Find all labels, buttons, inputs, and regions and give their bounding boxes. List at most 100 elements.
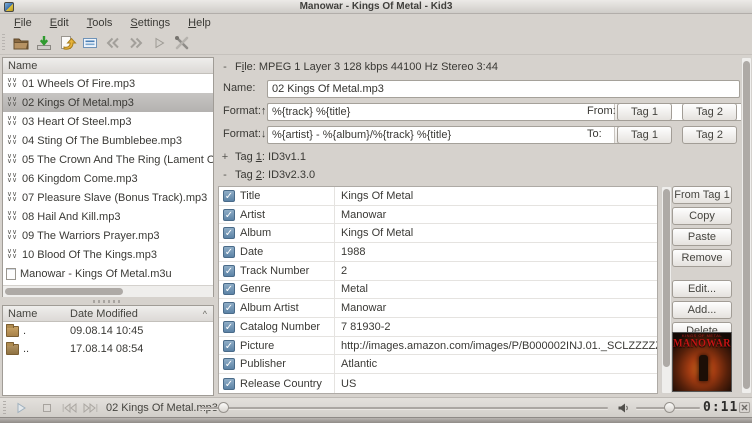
play-button[interactable] [147,32,170,53]
tag-frame-row[interactable]: ✓ Album Artist Manowar [219,299,657,318]
tag2-section-header[interactable]: - Tag 2: ID3v2.3.0 [221,169,315,181]
hscroll-thumb[interactable] [5,288,123,295]
collapse-icon[interactable]: - [221,61,229,73]
file-list-item[interactable]: ∨∨∨∨ 09 The Warriors Prayer.mp3 [3,226,213,245]
frame-value-cell[interactable]: Manowar [334,206,657,224]
file-section-header[interactable]: - File: MPEG 1 Layer 3 128 kbps 44100 Hz… [221,61,498,73]
tag-frame-row[interactable]: ✓ Publisher Atlantic [219,355,657,374]
vscroll-thumb[interactable] [663,189,670,367]
dir-col-date[interactable]: Date Modified [70,308,138,320]
to-tag1-button[interactable]: Tag 1 [617,126,672,144]
volume-slider[interactable] [636,407,700,409]
file-list-header[interactable]: Name [3,58,213,74]
file-list-item[interactable]: ∨∨∨∨ 04 Sting Of The Bumblebee.mp3 [3,131,213,150]
tag-action-button[interactable]: Add... [672,301,732,319]
tag-frame-row[interactable]: ✓ Album Kings Of Metal [219,224,657,243]
file-list-item[interactable]: ∨∨∨∨ 08 Hail And Kill.mp3 [3,207,213,226]
dir-list-header[interactable]: Name Date Modified ^ [3,306,213,322]
tag-frame-row[interactable]: ✓ Date 1988 [219,243,657,262]
player-next-button[interactable] [82,401,100,415]
file-list-item[interactable]: ∨∨∨∨ 07 Pleasure Slave (Bonus Track).mp3 [3,188,213,207]
menu-item[interactable]: Settings [122,16,178,30]
player-close-button[interactable] [739,402,750,413]
frame-value-cell[interactable]: Kings Of Metal [334,224,657,242]
left-splitter[interactable] [2,298,214,305]
tag-frame-row[interactable]: ✓ Track Number 2 [219,262,657,281]
collapse-icon[interactable]: - [221,169,229,181]
file-list-item[interactable]: ∨∨∨∨ Manowar - Kings Of Metal.m3u [3,264,213,283]
file-list-item[interactable]: ∨∨∨∨ 01 Wheels Of Fire.mp3 [3,74,213,93]
player-play-button[interactable] [12,401,30,415]
tag-frame-row[interactable]: ✓ Release Country US [219,374,657,393]
volume-icon[interactable] [616,401,630,415]
checkbox-checked-icon[interactable]: ✓ [223,302,235,314]
seek-slider-handle[interactable] [218,402,229,413]
tag1-section-header[interactable]: + Tag 1: ID3v1.1 [221,151,306,163]
checkbox-checked-icon[interactable]: ✓ [223,227,235,239]
toolbar-grip[interactable] [2,34,5,52]
tag-frame-row[interactable]: ✓ Catalog Number 7 81930-2 [219,318,657,337]
tag-frame-row[interactable]: ✓ Title Kings Of Metal [219,187,657,206]
sort-indicator-icon[interactable]: ^ [203,309,207,319]
file-list-item[interactable]: ∨∨∨∨ 06 Kingdom Come.mp3 [3,169,213,188]
seek-slider[interactable] [200,407,608,409]
table-vscrollbar[interactable] [661,186,672,394]
menu-item[interactable]: Tools [79,16,121,30]
menu-item[interactable]: Help [180,16,219,30]
tag-action-button[interactable]: Edit... [672,280,732,298]
panel-vscrollbar[interactable] [741,57,752,394]
tag-frame-row[interactable]: ✓ Genre Metal [219,281,657,300]
player-previous-button[interactable] [60,401,78,415]
frame-value-cell[interactable]: http://images.amazon.com/images/P/B00000… [334,337,657,355]
album-cover-art[interactable]: KINGS OF METAL MANOWAR [672,332,732,392]
tag-frame-row[interactable]: ✓ Picture http://images.amazon.com/image… [219,337,657,356]
tag-action-button[interactable]: From Tag 1 [672,186,732,204]
menu-item[interactable]: File [6,16,40,30]
frame-value-cell[interactable]: Atlantic [334,355,657,373]
tag-action-button[interactable]: Paste [672,228,732,246]
revert-button[interactable] [55,32,78,53]
player-stop-button[interactable] [38,401,56,415]
dir-col-name[interactable]: Name [8,308,70,320]
tag-frame-row[interactable]: ✓ Artist Manowar [219,206,657,225]
frame-value-cell[interactable]: 7 81930-2 [334,318,657,336]
volume-slider-handle[interactable] [664,402,675,413]
frame-value-cell[interactable]: Manowar [334,299,657,317]
frame-value-cell[interactable]: Kings Of Metal [334,187,657,205]
file-list-hscrollbar[interactable] [3,285,213,297]
file-list-item[interactable]: ∨∨∨∨ 05 The Crown And The Ring (Lament O… [3,150,213,169]
checkbox-checked-icon[interactable]: ✓ [223,283,235,295]
checkbox-checked-icon[interactable]: ✓ [223,321,235,333]
from-tag2-button[interactable]: Tag 2 [682,103,737,121]
file-list-item[interactable]: ∨∨∨∨ 02 Kings Of Metal.mp3 [3,93,213,112]
checkbox-checked-icon[interactable]: ✓ [223,246,235,258]
filename-input[interactable] [267,80,740,98]
frame-value-cell[interactable]: 1988 [334,243,657,261]
expand-icon[interactable]: + [221,151,229,163]
checkbox-checked-icon[interactable]: ✓ [223,190,235,202]
format-from-combobox[interactable]: %{track} %{title} ▼ [267,103,630,121]
menu-item[interactable]: Edit [42,16,77,30]
frame-value-cell[interactable]: Metal [334,281,657,299]
open-folder-button[interactable] [9,32,32,53]
create-playlist-button[interactable] [78,32,101,53]
checkbox-checked-icon[interactable]: ✓ [223,340,235,352]
tag-action-button[interactable]: Copy [672,207,732,225]
save-button[interactable] [32,32,55,53]
frame-value-cell[interactable]: 2 [334,262,657,280]
frame-value-cell[interactable]: US [334,374,657,393]
configure-button[interactable] [170,32,193,53]
from-tag1-button[interactable]: Tag 1 [617,103,672,121]
file-list-item[interactable]: ∨∨∨∨ 03 Heart Of Steel.mp3 [3,112,213,131]
format-to-combobox[interactable]: %{artist} - %{album}/%{track} %{title} ▼ [267,126,630,144]
dir-list-row[interactable]: . 09.08.14 10:45 [3,322,213,340]
to-tag2-button[interactable]: Tag 2 [682,126,737,144]
checkbox-checked-icon[interactable]: ✓ [223,358,235,370]
file-list-item[interactable]: ∨∨∨∨ 10 Blood Of The Kings.mp3 [3,245,213,264]
previous-file-button[interactable] [101,32,124,53]
tag-action-button[interactable]: Remove [672,249,732,267]
vscroll-thumb[interactable] [743,61,750,389]
checkbox-checked-icon[interactable]: ✓ [223,209,235,221]
next-file-button[interactable] [124,32,147,53]
checkbox-checked-icon[interactable]: ✓ [223,378,235,390]
